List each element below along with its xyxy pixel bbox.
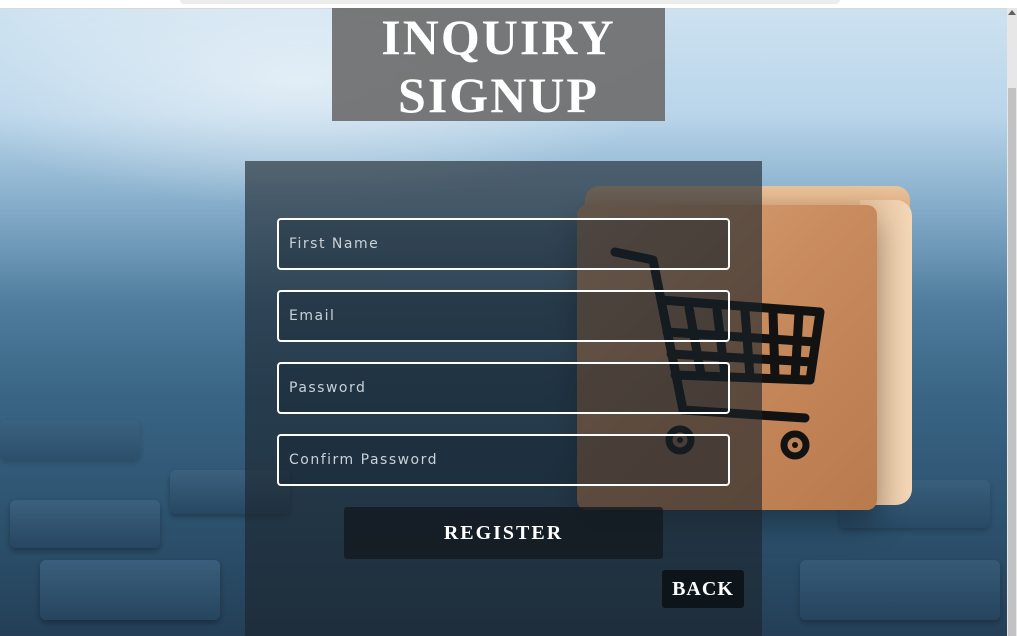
- signup-form: REGISTER BACK: [245, 161, 762, 636]
- keyboard-key: [10, 500, 160, 548]
- signup-page: INQUIRY SIGNUP REGISTER BACK: [0, 0, 1017, 636]
- scroll-up-arrow-icon[interactable]: [1008, 10, 1016, 15]
- keyboard-key: [0, 420, 140, 460]
- back-button[interactable]: BACK: [662, 570, 744, 608]
- vertical-scrollbar[interactable]: [1007, 8, 1017, 636]
- title-line-2: SIGNUP: [398, 67, 599, 123]
- keyboard-key: [40, 560, 220, 620]
- keyboard-key: [800, 560, 1000, 620]
- page-title: INQUIRY SIGNUP: [332, 8, 665, 123]
- password-input[interactable]: [277, 362, 730, 414]
- register-button[interactable]: REGISTER: [344, 507, 663, 559]
- email-input[interactable]: [277, 290, 730, 342]
- title-line-1: INQUIRY: [381, 9, 616, 65]
- first-name-input[interactable]: [277, 218, 730, 270]
- address-bar-edge: [180, 0, 840, 4]
- confirm-password-input[interactable]: [277, 434, 730, 486]
- scrollbar-thumb[interactable]: [1008, 88, 1016, 636]
